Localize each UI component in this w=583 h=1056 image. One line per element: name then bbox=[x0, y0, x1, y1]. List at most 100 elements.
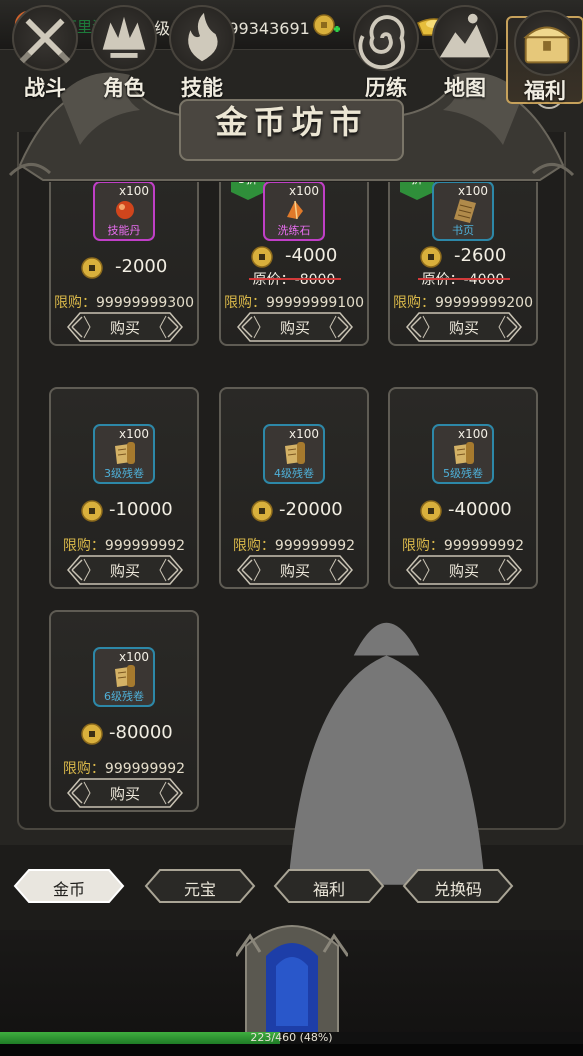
tab-1[interactable]: 金币 bbox=[13, 868, 125, 904]
original-price: 原价：-4000 bbox=[390, 269, 536, 289]
price-strikethrough bbox=[249, 278, 341, 280]
price-row: -80000 bbox=[51, 722, 197, 746]
nav-item-5[interactable]: 地图 bbox=[426, 0, 504, 100]
add-coin-icon[interactable] bbox=[312, 13, 342, 39]
item-quantity: x100 bbox=[457, 427, 488, 441]
item-name: 6级残卷 bbox=[104, 690, 144, 703]
purchase-limit-value: 99999999100 bbox=[266, 295, 364, 311]
buy-button-label: 购买 bbox=[109, 319, 140, 337]
discount-badge: 5折 bbox=[231, 182, 265, 200]
nav-item-3[interactable]: 技能 bbox=[163, 0, 241, 100]
portal-gate-icon[interactable] bbox=[236, 916, 348, 1034]
buy-button-label: 购买 bbox=[279, 319, 310, 337]
tab-3[interactable]: 福利 bbox=[273, 868, 385, 904]
item-price: -40000 bbox=[448, 499, 512, 520]
item-name: 洗练石 bbox=[277, 224, 311, 237]
purchase-limit: 限购：99999999200 bbox=[390, 292, 536, 312]
shop-item-card: 5折 x100 洗练石 -4000 原价：-8000 限购：9999999910… bbox=[219, 182, 369, 346]
purchase-limit: 限购：999999992 bbox=[51, 535, 197, 555]
experience-text: 223/460 (48%) bbox=[250, 1031, 333, 1044]
original-price-value: -8000 bbox=[294, 272, 336, 288]
purchase-limit-label: 限购： bbox=[393, 295, 435, 311]
item-quantity: x100 bbox=[457, 184, 488, 198]
nav-item-label: 角色 bbox=[103, 75, 145, 100]
tab-label: 金币 bbox=[52, 880, 85, 899]
buy-button[interactable]: 购买 bbox=[66, 554, 184, 586]
purchase-limit: 限购：99999999100 bbox=[221, 292, 367, 312]
item-price: -20000 bbox=[279, 499, 343, 520]
discount-badge: 折 bbox=[400, 182, 434, 200]
item-price: -2600 bbox=[454, 245, 507, 266]
coin-icon bbox=[420, 500, 442, 522]
item-icon-slot[interactable]: x100 5级残卷 bbox=[432, 424, 494, 484]
coin-icon bbox=[251, 246, 273, 268]
purchase-limit-value: 999999992 bbox=[274, 538, 356, 554]
purchase-limit: 限购：999999992 bbox=[51, 758, 197, 778]
price-row: -2000 bbox=[51, 256, 197, 280]
item-icon-slot[interactable]: x100 书页 bbox=[432, 182, 494, 241]
purchase-limit-label: 限购： bbox=[62, 538, 105, 554]
shop-item-list[interactable]: x100 技能丹 -2000 限购：99999999300 购买 5折 x100… bbox=[20, 182, 563, 824]
nav-item-label: 地图 bbox=[444, 75, 486, 100]
price-row: -10000 bbox=[51, 499, 197, 523]
tab-4[interactable]: 兑换码 bbox=[402, 868, 514, 904]
purchase-limit-label: 限购： bbox=[54, 295, 96, 311]
coin-icon bbox=[420, 246, 442, 268]
item-icon-slot[interactable]: x100 3级残卷 bbox=[93, 424, 155, 484]
buy-button-label: 购买 bbox=[448, 562, 479, 580]
flame-skill-icon bbox=[169, 5, 235, 71]
buy-button-label: 购买 bbox=[279, 562, 310, 580]
crossed-swords-icon bbox=[12, 5, 78, 71]
shop-item-card: x100 技能丹 -2000 限购：99999999300 购买 bbox=[49, 182, 199, 346]
nav-item-label: 福利 bbox=[524, 78, 566, 103]
original-price-label: 原价： bbox=[252, 272, 295, 288]
item-name: 技能丹 bbox=[107, 224, 141, 237]
item-quantity: x100 bbox=[118, 184, 149, 198]
shop-item-card: x100 5级残卷 -40000 限购：999999992 购买 bbox=[388, 387, 538, 589]
price-row: -20000 bbox=[221, 499, 367, 523]
item-icon-slot[interactable]: x100 4级残卷 bbox=[263, 424, 325, 484]
coin-icon bbox=[81, 723, 103, 745]
shop-item-card: 折 x100 书页 -2600 原价：-4000 限购：99999999200 … bbox=[388, 182, 538, 346]
buy-button-label: 购买 bbox=[109, 562, 140, 580]
original-price-label: 原价： bbox=[421, 272, 464, 288]
shop-item-card: x100 3级残卷 -10000 限购：999999992 购买 bbox=[49, 387, 199, 589]
coin-icon bbox=[251, 500, 273, 522]
buy-button[interactable]: 购买 bbox=[66, 777, 184, 809]
item-name: 4级残卷 bbox=[274, 467, 314, 480]
item-price: -10000 bbox=[109, 499, 173, 520]
buy-button[interactable]: 购买 bbox=[236, 554, 354, 586]
item-name: 5级残卷 bbox=[443, 467, 483, 480]
discount-text: 5折 bbox=[231, 182, 265, 187]
item-icon-slot[interactable]: x100 技能丹 bbox=[93, 182, 155, 241]
item-price: -2000 bbox=[115, 256, 168, 277]
page-title: 金币坊市 bbox=[215, 103, 368, 141]
item-icon-slot[interactable]: x100 洗练石 bbox=[263, 182, 325, 241]
item-icon-slot[interactable]: x100 6级残卷 bbox=[93, 647, 155, 707]
item-price: -80000 bbox=[109, 722, 173, 743]
original-price-value: -4000 bbox=[463, 272, 505, 288]
coin-icon bbox=[81, 500, 103, 522]
buy-button[interactable]: 购买 bbox=[236, 311, 354, 343]
purchase-limit: 限购：999999992 bbox=[221, 535, 367, 555]
price-row: -4000 bbox=[221, 245, 367, 269]
shop-item-card: x100 4级残卷 -20000 限购：999999992 购买 bbox=[219, 387, 369, 589]
experience-bar: 223/460 (48%) bbox=[0, 1032, 583, 1044]
nav-item-1[interactable]: 战斗 bbox=[6, 0, 84, 100]
purchase-limit-label: 限购： bbox=[62, 761, 105, 777]
nav-item-6[interactable]: 福利 bbox=[506, 10, 583, 104]
item-quantity: x100 bbox=[288, 427, 319, 441]
purchase-limit: 限购：99999999300 bbox=[51, 292, 197, 312]
nav-item-4[interactable]: 历练 bbox=[347, 0, 425, 100]
screen-bottom-edge bbox=[0, 1044, 583, 1056]
buy-button[interactable]: 购买 bbox=[405, 554, 523, 586]
buy-button[interactable]: 购买 bbox=[66, 311, 184, 343]
spiral-icon bbox=[353, 5, 419, 71]
purchase-limit-label: 限购： bbox=[401, 538, 444, 554]
tab-2[interactable]: 元宝 bbox=[144, 868, 256, 904]
buy-button[interactable]: 购买 bbox=[405, 311, 523, 343]
nav-item-2[interactable]: 角色 bbox=[85, 0, 163, 100]
discount-text: 折 bbox=[400, 182, 434, 187]
price-row: -2600 bbox=[390, 245, 536, 269]
item-name: 书页 bbox=[452, 224, 474, 237]
